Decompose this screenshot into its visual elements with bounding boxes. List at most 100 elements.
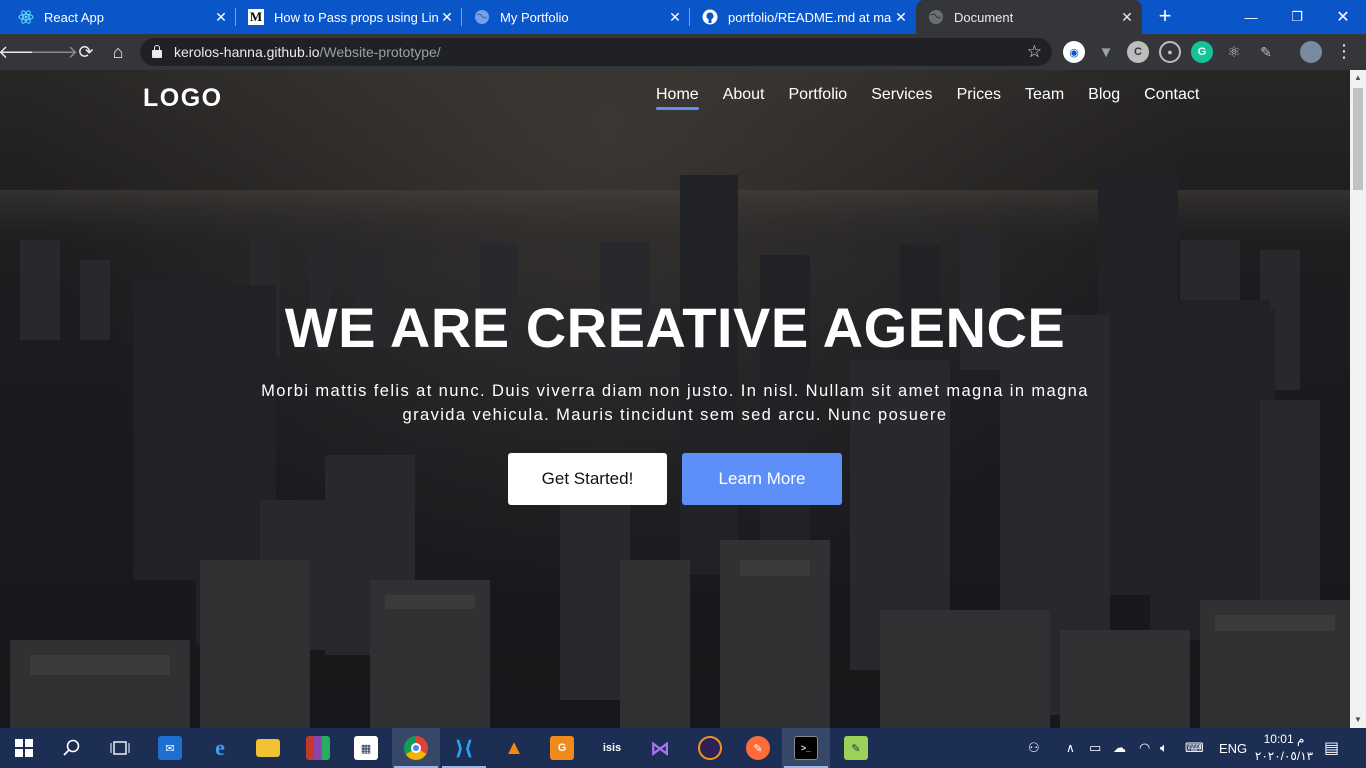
scrollbar-thumb[interactable] [1353, 88, 1363, 190]
language-indicator[interactable]: ENG [1219, 728, 1247, 768]
show-hidden-icons[interactable]: ∧ [1066, 728, 1075, 768]
taskbar-vscode[interactable]: ⟩⟨ [440, 728, 488, 768]
site-logo[interactable]: LOGO [143, 84, 223, 113]
windows-taskbar: ✉ e ▦ ⟩⟨ ▲ G isis ⋈ ✎ >_ ✎ ⚇ ∧ ▭ ☁ ◠ 🔈︎ … [0, 728, 1366, 768]
eclipse-icon [698, 736, 722, 760]
isis-icon: isis [602, 742, 622, 754]
visual-studio-icon: ⋈ [650, 737, 670, 760]
reload-button[interactable]: ⟳ [72, 38, 100, 66]
home-button[interactable]: ⌂ [104, 38, 132, 66]
hero-title: WE ARE CREATIVE AGENCE [284, 296, 1066, 359]
taskbar-vlc[interactable]: ▲ [490, 728, 538, 768]
react-icon [18, 9, 34, 25]
taskbar-mail[interactable]: ✉ [146, 728, 194, 768]
taskbar-app[interactable]: isis [588, 728, 636, 768]
edge-icon: e [215, 735, 225, 760]
tab-react-app[interactable]: React App ✕ [6, 0, 236, 34]
wifi-icon[interactable]: ◠ [1139, 728, 1150, 768]
vue-devtools-icon[interactable]: ▼ [1095, 41, 1117, 63]
notifications-icon[interactable]: ▤ [1324, 728, 1339, 768]
folder-icon [256, 739, 280, 757]
nav-link-about[interactable]: About [723, 86, 765, 110]
learn-more-button[interactable]: Learn More [682, 453, 842, 505]
search-button[interactable] [48, 728, 96, 768]
extension-icon[interactable]: ● [1159, 41, 1181, 63]
close-icon[interactable]: ✕ [1118, 9, 1136, 26]
taskbar-app[interactable]: ✎ [832, 728, 880, 768]
bookmark-star-icon[interactable]: ☆ [1027, 42, 1042, 62]
close-window-button[interactable]: ✕ [1320, 0, 1366, 34]
grammarly-icon[interactable]: G [1191, 41, 1213, 63]
taskbar-postman[interactable]: ✎ [734, 728, 782, 768]
close-icon[interactable]: ✕ [666, 9, 684, 26]
vscode-icon: ⟩⟨ [454, 737, 474, 760]
minimize-button[interactable]: — [1228, 0, 1274, 34]
nav-link-services[interactable]: Services [871, 86, 932, 110]
nav-link-team[interactable]: Team [1025, 86, 1064, 110]
taskbar-file-explorer[interactable] [244, 728, 292, 768]
search-icon [63, 739, 80, 756]
store-icon: ▦ [354, 736, 378, 760]
website-hero: LOGO Home About Portfolio Services Price… [0, 70, 1350, 728]
tab-github-readme[interactable]: portfolio/README.md at maste ✕ [690, 0, 916, 34]
tab-title: How to Pass props using Link a [274, 9, 438, 25]
restore-button[interactable]: ❐ [1274, 0, 1320, 34]
nav-link-blog[interactable]: Blog [1088, 86, 1120, 110]
start-button[interactable] [0, 728, 48, 768]
taskbar-eclipse[interactable] [686, 728, 734, 768]
scroll-down-arrow-icon[interactable]: ▼ [1350, 712, 1366, 728]
taskbar-chrome[interactable] [392, 728, 440, 768]
taskbar-store[interactable]: ▦ [342, 728, 390, 768]
keyboard-icon[interactable]: ⌨ [1185, 728, 1204, 768]
profile-avatar[interactable] [1300, 41, 1322, 63]
scroll-up-arrow-icon[interactable]: ▲ [1350, 70, 1366, 86]
people-icon[interactable]: ⚇ [1028, 728, 1040, 768]
react-devtools-icon[interactable]: ⚛ [1223, 41, 1245, 63]
more-menu-icon[interactable]: ⋮ [1334, 40, 1354, 62]
page-scrollbar[interactable]: ▲ ▼ [1350, 70, 1366, 728]
tab-document[interactable]: Document ✕ [916, 0, 1142, 34]
tab-title: My Portfolio [500, 9, 569, 25]
url-text: kerolos-hanna.github.io/Website-prototyp… [174, 44, 441, 60]
nav-link-portfolio[interactable]: Portfolio [789, 86, 848, 110]
notepad-icon: ✎ [844, 736, 868, 760]
nav-link-contact[interactable]: Contact [1144, 86, 1199, 110]
onedrive-icon[interactable]: ☁ [1113, 728, 1126, 768]
close-icon[interactable]: ✕ [212, 9, 230, 26]
tab-my-portfolio[interactable]: My Portfolio ✕ [462, 0, 690, 34]
taskbar-edge[interactable]: e [196, 728, 244, 768]
color-picker-icon[interactable]: ✎ [1255, 41, 1277, 63]
extension-icon[interactable]: C [1127, 41, 1149, 63]
windows-icon [15, 739, 33, 757]
extension-icon[interactable]: ◉ [1063, 41, 1085, 63]
close-icon[interactable]: ✕ [438, 9, 456, 26]
tab-strip: React App ✕ M How to Pass props using Li… [0, 0, 1366, 34]
task-view-button[interactable] [96, 728, 144, 768]
nav-link-prices[interactable]: Prices [957, 86, 1001, 110]
github-icon [702, 9, 718, 25]
vlc-icon: ▲ [504, 736, 524, 759]
taskbar-terminal[interactable]: >_ [782, 728, 830, 768]
tab-title: Document [954, 9, 1014, 25]
medium-icon: M [248, 9, 264, 25]
forward-button[interactable]: 🡒 [30, 38, 78, 66]
clock-time: 10:01 م [1263, 732, 1305, 746]
taskbar-visual-studio[interactable]: ⋈ [636, 728, 684, 768]
tab-medium-article[interactable]: M How to Pass props using Link a ✕ [236, 0, 462, 34]
clock-date: ٢٠٢٠/٠٥/١٣ [1254, 749, 1314, 763]
system-clock[interactable]: 10:01 م ٢٠٢٠/٠٥/١٣ [1252, 731, 1316, 765]
tab-title: React App [44, 9, 104, 25]
site-nav: Home About Portfolio Services Prices Tea… [656, 86, 1223, 110]
address-bar[interactable]: kerolos-hanna.github.io/Website-prototyp… [140, 38, 1052, 66]
taskbar-app[interactable]: G [538, 728, 586, 768]
volume-icon[interactable]: 🔈︎ [1160, 728, 1168, 768]
globe-icon [928, 9, 944, 25]
get-started-button[interactable]: Get Started! [508, 453, 667, 505]
nav-link-home[interactable]: Home [656, 86, 699, 110]
taskbar-app[interactable] [294, 728, 342, 768]
new-tab-button[interactable]: + [1154, 5, 1176, 28]
close-icon[interactable]: ✕ [892, 9, 910, 26]
task-view-icon [110, 741, 130, 755]
browser-toolbar: 🡐 🡒 ⟳ ⌂ kerolos-hanna.github.io/Website-… [0, 34, 1366, 70]
battery-icon[interactable]: ▭ [1089, 728, 1101, 768]
